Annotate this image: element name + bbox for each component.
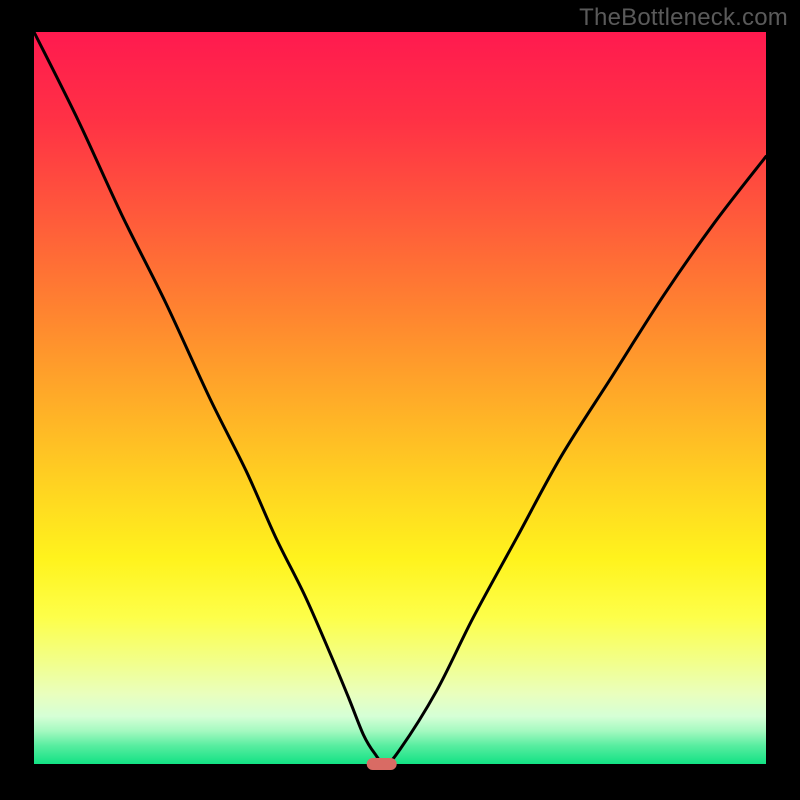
watermark-text: TheBottleneck.com <box>579 4 788 32</box>
plot-background <box>34 32 766 764</box>
optimal-marker <box>367 758 397 770</box>
bottleneck-chart <box>0 0 800 800</box>
chart-container: TheBottleneck.com <box>0 0 800 800</box>
